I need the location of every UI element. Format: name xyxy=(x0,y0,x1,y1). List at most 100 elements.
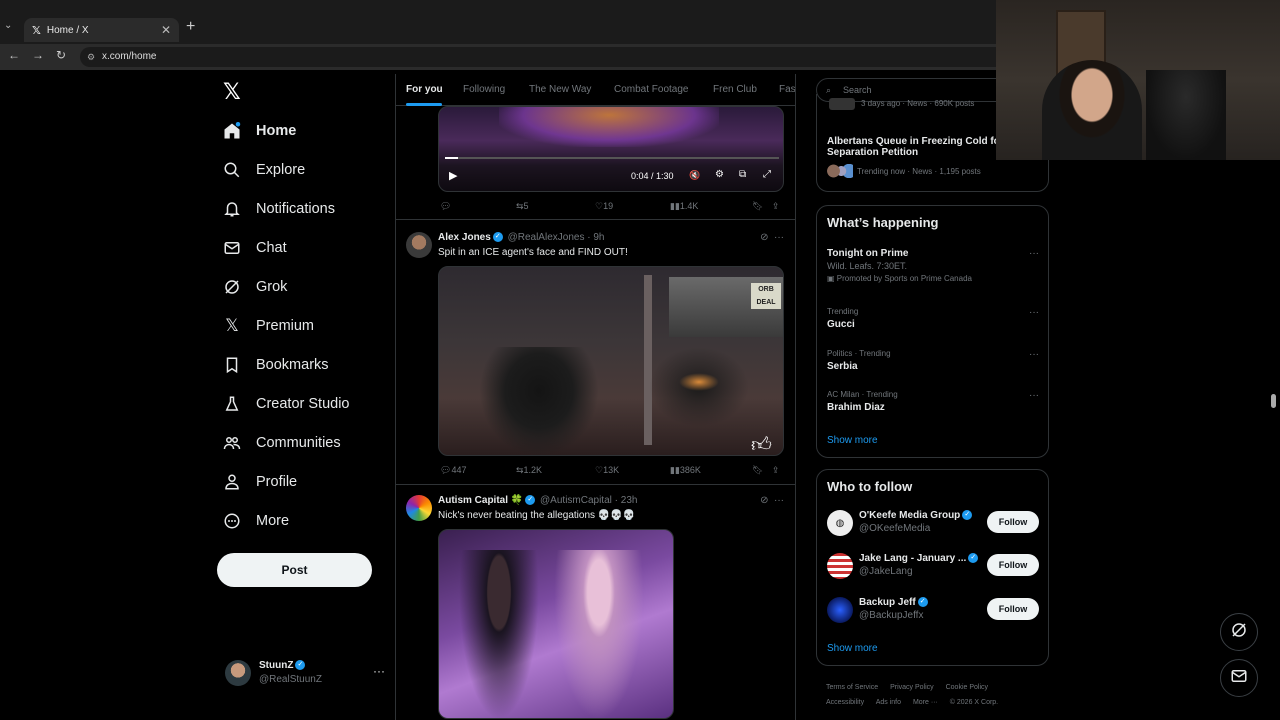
show-more-link[interactable]: Show more xyxy=(827,435,878,446)
footer-link[interactable]: Cookie Policy xyxy=(946,684,988,691)
back-icon[interactable]: ← xyxy=(8,48,20,62)
author-name[interactable]: Autism Capital 🍀 xyxy=(438,495,523,506)
tweet[interactable]: Alex Jones ✓ @RealAlexJones · 9h ⊘ ··· Sp… xyxy=(396,220,795,485)
grok-fab[interactable] xyxy=(1220,613,1258,651)
settings-icon[interactable]: ⚙ xyxy=(715,169,724,180)
tweet-video[interactable]: ORB DEAL 👍︎ xyxy=(438,266,784,456)
tab-for-you[interactable]: For you xyxy=(406,84,443,95)
play-icon[interactable]: ▶ xyxy=(449,169,457,182)
fullscreen-icon[interactable]: ⤢ xyxy=(763,169,771,180)
nav-explore[interactable]: Explore xyxy=(223,153,305,187)
post-button[interactable]: Post xyxy=(217,553,372,587)
avatar: ◍ xyxy=(827,510,853,536)
more-dots-icon[interactable]: ··· xyxy=(373,664,385,678)
page-scrollbar[interactable] xyxy=(1271,394,1276,408)
browser-tab[interactable]: 𝕏 Home / X ✕ xyxy=(24,18,179,42)
video-player[interactable]: ▶ 0:04 / 1:30 🔇 ⚙ ⧉ ⤢ xyxy=(438,106,784,192)
trend-item[interactable]: AC Milan · Trending Brahim Diaz ··· xyxy=(827,390,1039,413)
nav-premium[interactable]: 𝕏 Premium xyxy=(223,309,314,343)
tweet-video[interactable] xyxy=(438,529,674,719)
url-field[interactable]: ⚙ x.com/home xyxy=(80,47,1030,67)
tab-search-icon[interactable]: ⌄ xyxy=(4,20,18,36)
footer-link[interactable]: Ads info xyxy=(876,699,901,706)
trend-item[interactable]: Trending Gucci ··· xyxy=(827,307,1039,330)
video-progress-track[interactable] xyxy=(445,157,779,159)
tab-title: Home / X xyxy=(46,24,89,36)
site-info-icon[interactable]: ⚙ xyxy=(87,47,95,67)
avatar xyxy=(827,597,853,623)
main-feed: For you Following The New Way Combat Foo… xyxy=(395,74,796,720)
suggestion-handle: @OKeefeMedia xyxy=(859,523,931,534)
suggestion-name: Jake Lang - January ... xyxy=(859,553,967,564)
repost-button[interactable]: ⇆ 5 xyxy=(516,201,529,212)
close-tab-icon[interactable]: ✕ xyxy=(161,23,171,37)
follow-suggestion[interactable]: Backup Jeff ✓ @BackupJeffx Follow xyxy=(827,594,1039,628)
nav-communities[interactable]: Communities xyxy=(223,426,341,460)
whats-happening-card: What’s happening Tonight on Prime Wild. … xyxy=(816,205,1049,458)
tab-the-new-way[interactable]: The New Way xyxy=(529,84,591,95)
reload-icon[interactable]: ↻ xyxy=(56,48,66,62)
suggestion-name: O'Keefe Media Group xyxy=(859,510,961,521)
footer-link[interactable]: Terms of Service xyxy=(826,684,878,691)
nav-grok[interactable]: Grok xyxy=(223,270,287,304)
more-dots-icon[interactable]: ··· xyxy=(1029,349,1039,360)
author-handle[interactable]: @RealAlexJones · 9h xyxy=(508,232,605,243)
reply-icon[interactable]: 💬︎ xyxy=(440,201,451,212)
tab-following[interactable]: Following xyxy=(463,84,505,95)
share-icon[interactable]: ⇪ xyxy=(772,201,780,212)
share-icon[interactable]: ⇪ xyxy=(772,465,780,476)
trend-meta-row: Trending now · News · 1,195 posts xyxy=(827,164,1039,178)
promoted-item[interactable]: Tonight on Prime Wild. Leafs. 7:30ET. ▣ … xyxy=(827,248,1039,283)
tweet-more-icon[interactable]: ⊘ ··· xyxy=(760,232,784,243)
like-button[interactable]: ♡ 13K xyxy=(595,465,619,476)
footer-link[interactable]: Privacy Policy xyxy=(890,684,934,691)
footer-link[interactable]: Accessibility xyxy=(826,699,864,706)
new-tab-icon[interactable]: + xyxy=(186,18,195,36)
views-button[interactable]: ▮▮ 386K xyxy=(670,465,701,476)
like-button[interactable]: ♡ 19 xyxy=(595,201,613,212)
view-count: 386K xyxy=(679,465,701,475)
follow-button[interactable]: Follow xyxy=(987,511,1039,533)
author-name[interactable]: Alex Jones xyxy=(438,232,491,243)
trend-meta: Trending now · News · 1,195 posts xyxy=(857,166,981,176)
more-dots-icon[interactable]: ··· xyxy=(1029,307,1039,318)
avatar[interactable] xyxy=(406,232,432,258)
messages-fab[interactable] xyxy=(1220,659,1258,697)
bookmark-icon[interactable]: 🔖︎ xyxy=(752,201,763,212)
nav-bookmarks[interactable]: Bookmarks xyxy=(223,348,329,382)
show-more-link[interactable]: Show more xyxy=(827,643,878,654)
footer-link[interactable]: More ··· xyxy=(913,699,938,706)
follow-button[interactable]: Follow xyxy=(987,554,1039,576)
x-logo-icon[interactable]: 𝕏 xyxy=(223,80,241,105)
author-handle[interactable]: @AutismCapital · 23h xyxy=(540,495,637,506)
tweet-more-icon[interactable]: ⊘ ··· xyxy=(760,495,784,506)
nav-label: Explore xyxy=(256,162,306,178)
follow-button[interactable]: Follow xyxy=(987,598,1039,620)
mute-icon[interactable]: 🔇 xyxy=(689,170,700,181)
reply-button[interactable]: 💬︎ 447 xyxy=(440,465,466,476)
trend-item[interactable]: Politics · Trending Serbia ··· xyxy=(827,349,1039,372)
forward-icon[interactable]: → xyxy=(32,48,44,62)
tab-combat-footage[interactable]: Combat Footage xyxy=(614,84,689,95)
follow-suggestion[interactable]: ◍ O'Keefe Media Group ✓ @OKeefeMedia Foll… xyxy=(827,507,1039,541)
nav-notifications[interactable]: Notifications xyxy=(223,192,335,226)
nav-chat[interactable]: Chat xyxy=(223,231,287,265)
more-dots-icon[interactable]: ··· xyxy=(1029,390,1039,401)
account-switcher[interactable]: StuunZ ✓ @RealStuunZ ··· xyxy=(225,658,385,690)
avatar[interactable] xyxy=(406,495,432,521)
views-button[interactable]: ▮▮ 1.4K xyxy=(670,201,698,212)
nav-creator-studio[interactable]: Creator Studio xyxy=(223,387,350,421)
tweet[interactable]: Autism Capital 🍀 ✓ @AutismCapital · 23h ⊘… xyxy=(396,485,795,720)
follow-suggestion[interactable]: Jake Lang - January ... ✓ @JakeLang Follo… xyxy=(827,550,1039,584)
more-dots-icon[interactable]: ··· xyxy=(1029,248,1039,259)
nav-profile[interactable]: Profile xyxy=(223,465,297,499)
repost-button[interactable]: ⇆ 1.2K xyxy=(516,465,542,476)
tab-fas[interactable]: Fas xyxy=(779,84,795,95)
nav-home[interactable]: Home xyxy=(223,114,296,148)
nav-more[interactable]: More xyxy=(223,504,289,538)
verified-icon: ✓ xyxy=(525,495,536,506)
verified-icon: ✓ xyxy=(962,510,973,521)
tab-fren-club[interactable]: Fren Club xyxy=(713,84,757,95)
bookmark-icon[interactable]: 🔖︎ xyxy=(752,465,763,476)
pip-icon[interactable]: ⧉ xyxy=(739,169,746,180)
